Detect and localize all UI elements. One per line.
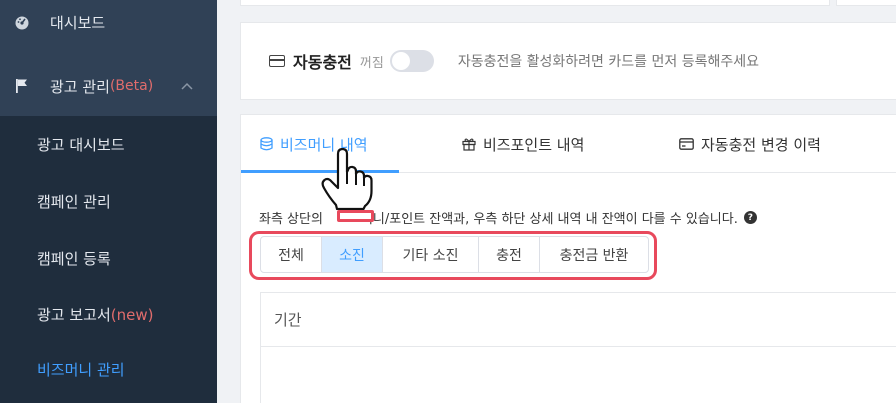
top-card-edge-right (836, 0, 896, 6)
sidebar-subitem-ad-report[interactable]: 광고 보고서(new) (37, 304, 154, 325)
filter-all-button[interactable]: 전체 (261, 237, 322, 272)
sidebar-subitem-campaign-manage[interactable]: 캠페인 관리 (37, 191, 111, 212)
flag-icon (14, 78, 30, 94)
balance-notice: 좌측 상단의 머니/포인트 잔액과, 우측 하단 상세 내역 내 잔액이 다를 … (259, 208, 757, 227)
top-card-edge (240, 0, 830, 6)
sidebar-item-label: 광고 관리 (50, 77, 110, 96)
tab-autocharge-change-history[interactable]: 자동충전 변경 이력 (679, 115, 821, 173)
sidebar-item-label: 대시보드 (50, 13, 106, 32)
filter-other-spent-button[interactable]: 기타 소진 (383, 237, 479, 272)
notice-text-before: 좌측 상단의 (259, 212, 323, 227)
sidebar-subitem-label: 캠페인 등록 (37, 250, 111, 268)
autocharge-state: 꺼짐 (359, 55, 384, 71)
sidebar-item-dashboard[interactable]: 대시보드 (0, 5, 217, 39)
filter-refund-button[interactable]: 충전금 반환 (540, 237, 648, 272)
autocharge-toggle[interactable] (389, 50, 434, 72)
filter-button-group: 전체 소진 기타 소진 충전 충전금 반환 (260, 236, 649, 273)
sidebar-subitem-ad-dashboard[interactable]: 광고 대시보드 (37, 134, 125, 155)
sidebar-subitem-label: 캠페인 관리 (37, 193, 111, 211)
autocharge-row: 자동충전 꺼짐 자동충전을 활성화하려면 카드를 먼저 등록해주세요 (269, 48, 759, 74)
hand-pointer-cursor-icon (321, 148, 373, 210)
beta-badge: (Beta) (109, 78, 154, 94)
sidebar-subitem-label: 광고 보고서 (37, 306, 111, 324)
period-table: 기간 (260, 292, 896, 403)
help-icon[interactable]: ? (743, 211, 757, 224)
credit-card-icon (679, 138, 694, 150)
new-badge: (new) (110, 306, 154, 324)
tab-label: 자동충전 변경 이력 (701, 135, 821, 154)
sidebar-subitem-bizmoney-manage[interactable]: 비즈머니 관리 (37, 359, 125, 380)
tab-bizpoint-history[interactable]: 비즈포인트 내역 (462, 115, 584, 173)
sidebar-item-ad-manage[interactable]: 광고 관리 (Beta) (0, 66, 217, 106)
period-header: 기간 (261, 293, 896, 347)
tab-label: 비즈포인트 내역 (483, 135, 585, 154)
autocharge-title: 자동충전 (293, 53, 352, 72)
sidebar: 대시보드 광고 관리 (Beta) 광고 대시보드 캠페인 관리 캠페인 등록 … (0, 0, 217, 403)
filter-spent-button[interactable]: 소진 (322, 237, 383, 272)
sidebar-subitem-campaign-register[interactable]: 캠페인 등록 (37, 248, 111, 269)
sidebar-subitem-label: 광고 대시보드 (37, 136, 125, 154)
autocharge-hint: 자동충전을 활성화하려면 카드를 먼저 등록해주세요 (457, 54, 759, 70)
highlight-marker (337, 210, 374, 222)
autocharge-card: 자동충전 꺼짐 자동충전을 활성화하려면 카드를 먼저 등록해주세요 (240, 22, 896, 100)
chevron-up-icon (181, 79, 193, 93)
dashboard-gauge-icon (14, 14, 30, 30)
coins-icon (260, 137, 273, 151)
filter-charge-button[interactable]: 충전 (479, 237, 540, 272)
notice-text-after: 머니/포인트 잔액과, 우측 하단 상세 내역 내 잔액이 다를 수 있습니다. (360, 212, 738, 227)
credit-card-icon (269, 55, 285, 67)
toggle-knob (391, 52, 410, 70)
sidebar-subitem-label: 비즈머니 관리 (37, 361, 125, 379)
gift-icon (462, 137, 476, 151)
